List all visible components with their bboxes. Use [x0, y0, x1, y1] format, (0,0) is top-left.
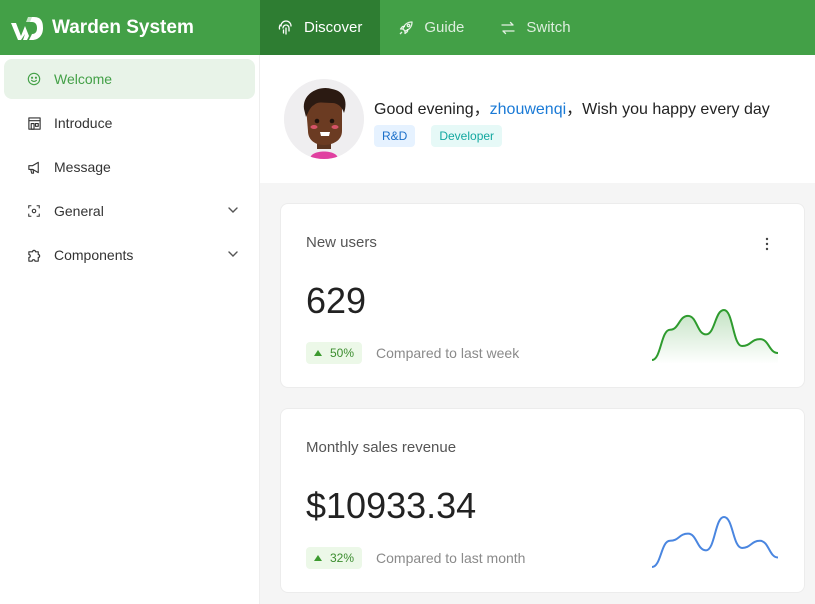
sidebar-item-welcome[interactable]: Welcome	[4, 59, 255, 99]
card-value: 629	[306, 280, 367, 321]
more-vertical-icon[interactable]	[764, 236, 770, 252]
change-value: 50%	[330, 346, 355, 360]
tag-rd: R&D	[374, 125, 416, 147]
avatar[interactable]	[284, 79, 364, 159]
username-link[interactable]: zhouwenqi	[490, 101, 567, 118]
welcome-panel: Good evening，zhouwenqi，Wish you happy ev…	[260, 55, 815, 183]
sidebar-item-label: Introduce	[54, 115, 113, 131]
change-value: 32%	[330, 551, 355, 565]
sidebar-item-message[interactable]: Message	[4, 147, 255, 187]
change-badge: 32%	[306, 547, 363, 569]
card-title: New users	[306, 234, 377, 251]
sparkline-area	[652, 517, 778, 571]
user-tags: R&D Developer	[374, 125, 503, 147]
stat-card-new-users: New users 629 50% Compared to last week	[280, 203, 805, 388]
tag-developer: Developer	[431, 125, 503, 147]
sparkline-area	[652, 310, 778, 364]
shop-icon	[26, 115, 42, 131]
topnav-guide-label: Guide	[424, 19, 465, 36]
top-nav: Discover Guide Switch	[260, 0, 589, 55]
avatar-illustration-icon	[284, 79, 364, 159]
rocket-icon	[399, 20, 414, 34]
warden-logo-icon	[11, 16, 43, 40]
trend-up-icon	[314, 555, 322, 561]
card-footer: 32% Compared to last month	[306, 547, 525, 569]
swap-icon	[501, 21, 516, 34]
sidebar-item-general[interactable]: General	[4, 191, 255, 231]
change-badge: 50%	[306, 342, 363, 364]
puzzle-icon	[26, 247, 42, 263]
sidebar-item-label: General	[54, 203, 104, 219]
card-value: $10933.34	[306, 485, 477, 526]
greeting-suffix: ，Wish you happy every day	[566, 101, 770, 118]
sparkline-chart	[651, 308, 779, 364]
fingerprint-icon	[278, 19, 292, 35]
chevron-down-icon	[228, 251, 238, 257]
topnav-guide[interactable]: Guide	[380, 0, 482, 55]
smile-icon	[26, 71, 42, 87]
sidebar-item-label: Welcome	[54, 71, 113, 87]
sparkline-chart	[651, 515, 779, 571]
sidebar: Welcome Introduce Message General Compon…	[0, 55, 260, 604]
greeting-prefix: Good evening，	[374, 101, 490, 118]
scan-icon	[26, 203, 42, 219]
sidebar-item-components[interactable]: Components	[4, 235, 255, 275]
sidebar-item-label: Message	[54, 159, 111, 175]
greeting-text: Good evening，zhouwenqi，Wish you happy ev…	[374, 95, 770, 119]
card-title: Monthly sales revenue	[306, 439, 457, 456]
megaphone-icon	[26, 159, 42, 175]
sidebar-item-introduce[interactable]: Introduce	[4, 103, 255, 143]
compare-text: Compared to last month	[376, 550, 526, 566]
brand[interactable]: Warden System	[0, 0, 260, 55]
card-footer: 50% Compared to last week	[306, 342, 519, 364]
topnav-switch-label: Switch	[526, 19, 571, 36]
topnav-switch[interactable]: Switch	[482, 0, 588, 55]
chevron-down-icon	[228, 207, 238, 213]
top-header: Warden System Discover Guide Switch	[0, 0, 815, 55]
sidebar-item-label: Components	[54, 247, 134, 263]
topnav-discover-label: Discover	[304, 19, 363, 36]
topnav-discover[interactable]: Discover	[260, 0, 381, 55]
app-title: Warden System	[52, 16, 194, 38]
compare-text: Compared to last week	[376, 345, 520, 361]
trend-up-icon	[314, 350, 322, 356]
stat-card-monthly-sales: Monthly sales revenue $10933.34 32% Comp…	[280, 408, 805, 593]
main-content: Good evening，zhouwenqi，Wish you happy ev…	[260, 55, 815, 604]
